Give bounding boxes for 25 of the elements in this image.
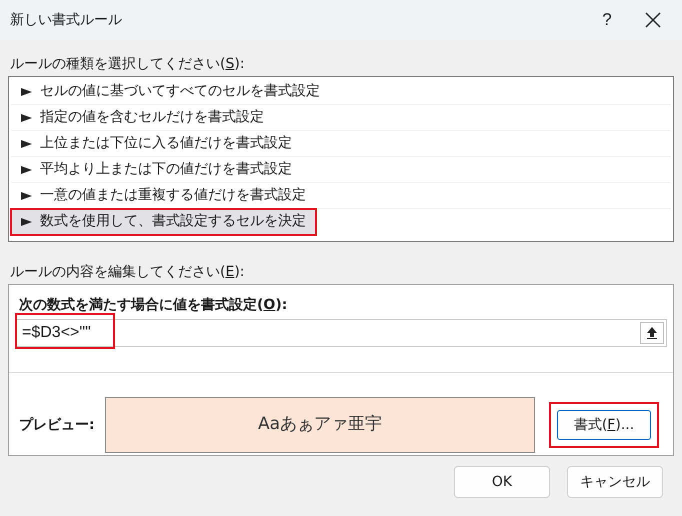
triangle-icon [21,114,32,122]
close-icon [645,12,661,28]
rule-type-item[interactable]: セルの値に基づいてすべてのセルを書式設定 [11,79,671,105]
preview-box: Aaあぁアァ亜宇 [105,397,535,453]
triangle-icon [21,192,32,200]
triangle-icon [21,218,32,226]
window-title: 新しい書式ルール [10,10,123,30]
rule-type-item[interactable]: 数式を使用して、書式設定するセルを決定 [11,209,316,235]
formula-label: 次の数式を満たす場合に値を書式設定(O): [18,296,288,315]
rule-type-item[interactable]: 上位または下位に入る値だけを書式設定 [11,131,671,157]
preview-label: プレビュー: [19,416,96,434]
dialog-button[interactable]: キャンセル [567,466,663,498]
formula-field[interactable]: =$D3<>"" [15,319,667,347]
triangle-icon [21,166,32,174]
upload-arrow-icon [647,327,657,339]
rule-type-item[interactable]: 指定の値を含むセルだけを書式設定 [11,105,671,131]
triangle-icon [21,88,32,96]
dialog-button[interactable]: OK [454,466,550,498]
rule-type-item[interactable]: 平均より上または下の値だけを書式設定 [11,157,671,183]
format-button[interactable]: 書式(F)... [557,410,651,440]
help-button[interactable]: ? [592,5,622,35]
triangle-icon [21,140,32,148]
rule-edit-label: ルールの内容を編集してください(E): [9,263,246,282]
collapse-button[interactable] [640,322,664,344]
rule-type-label: ルールの種類を選択してください(S): [9,55,246,74]
